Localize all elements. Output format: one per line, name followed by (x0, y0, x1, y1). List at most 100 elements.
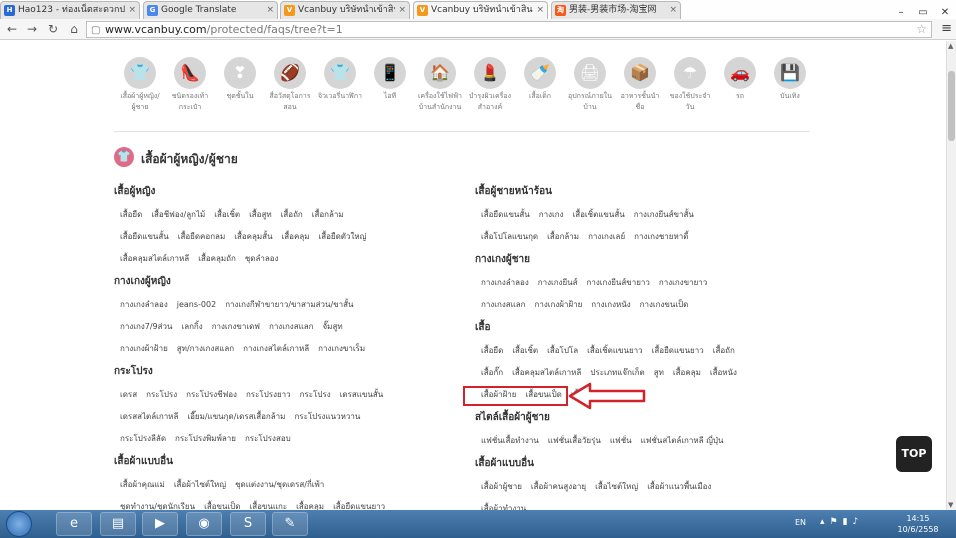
category-link[interactable]: เสื้อกล้าม (312, 206, 344, 224)
category-link[interactable]: แฟชั่นเสื้อวัยรุ่น (548, 432, 601, 450)
category-link[interactable]: เสื้อกล้าม (547, 228, 579, 246)
start-button[interactable] (6, 511, 32, 537)
system-tray-icons[interactable]: ▴⚑▮♪ (820, 517, 863, 527)
category-link[interactable]: เสื้อคลุมถัก (198, 250, 236, 268)
language-indicator[interactable]: EN (795, 518, 806, 527)
category-link[interactable]: เสื้อคลุม (673, 364, 701, 382)
category-underwear[interactable]: ❣ ชุดชั้นใน (218, 57, 262, 102)
category-link[interactable]: เสื้อเชิ้ต (512, 342, 538, 360)
category-link[interactable]: กระโปรงแนวหวาน (294, 408, 360, 426)
category-link[interactable]: กางเกงผ้าฝ้าย (120, 340, 168, 358)
category-shirt[interactable]: 👕 เสื้อผ้าผู้หญิง/ผู้ชาย (118, 57, 162, 113)
back-arrow-icon[interactable]: ← (4, 21, 20, 37)
category-link[interactable]: กางเกงลำลอง (481, 274, 529, 292)
category-link[interactable]: เดรสสไตล์เกาหลี (120, 408, 178, 426)
reload-icon[interactable]: ↻ (45, 21, 61, 37)
category-link[interactable]: เสื้อผ้าคนสูงอายุ (531, 478, 586, 496)
category-link[interactable]: เสื้อยืดคอกลม (178, 228, 225, 246)
category-link[interactable]: กางเกงเลย์ (588, 228, 625, 246)
category-link[interactable]: ประเภทแจ๊กเก็ต (590, 364, 644, 382)
group-title[interactable]: เสื้อผู้ชายหน้าร้อน (475, 185, 765, 199)
category-baby-bottle[interactable]: 🍼 เสื้อเด็ก (518, 57, 562, 102)
category-link[interactable]: เสื้อกั๊ก (481, 364, 503, 382)
category-link[interactable]: กระโปรง (146, 386, 177, 404)
category-link[interactable]: เสื้อยืดแขนสั้น (481, 206, 530, 224)
category-link[interactable]: กางเกงหนัง (591, 296, 630, 314)
category-link[interactable]: เดรส (120, 386, 137, 404)
chrome-menu-icon[interactable]: ≡ (941, 21, 952, 36)
skype-icon[interactable]: S (230, 512, 266, 536)
category-link[interactable]: เสื้อผ้าทำงาน (481, 500, 526, 510)
group-title[interactable]: สไตล์เสื้อผ้าผู้ชาย (475, 411, 765, 425)
close-icon[interactable]: × (128, 2, 136, 18)
category-link[interactable]: เสื้อยืดแขนสั้น (120, 228, 169, 246)
category-link[interactable]: เสื้อคลุมสไตล์เกาหลี (512, 364, 581, 382)
category-link[interactable]: กางเกงสไตล์เกาหลี (243, 340, 309, 358)
category-link[interactable]: เสื้อขนเป็ด (204, 498, 240, 510)
category-link[interactable]: เสื้อคลุม (296, 498, 324, 510)
category-link[interactable]: กางเกงยีนส์ (538, 274, 578, 292)
category-umbrella[interactable]: ☂ ของใช้ประจำวัน (668, 57, 712, 113)
category-car[interactable]: 🚗 รถ (718, 57, 762, 102)
category-link[interactable]: เสื้อโปโลแขนกุด (481, 228, 538, 246)
category-jewelry[interactable]: 👕 จิวเวอรี่นาฬิกา (318, 57, 362, 102)
category-link[interactable]: กางเกงสแลก (481, 296, 526, 314)
category-cosmetic[interactable]: 💄 บำรุงผิวเครื่องสำอางค์ (468, 57, 512, 113)
category-link[interactable]: กางเกงกีฬาขายาว/ขาสามส่วน/ขาสั้น (225, 296, 353, 314)
group-title[interactable]: เสื้อผู้หญิง (114, 185, 404, 199)
category-link[interactable]: จั๊มสูท (322, 318, 342, 336)
category-link[interactable]: กระโปรงพิมพ์ลาย (175, 430, 236, 448)
category-link[interactable]: เสื้อคลุมสไตล์เกาหลี (120, 250, 189, 268)
category-link[interactable]: กางเกงขนเป็ด (640, 296, 689, 314)
category-link[interactable]: เสื้อสูท (249, 206, 272, 224)
scroll-up-icon[interactable]: ▲ (948, 42, 953, 50)
category-link[interactable]: กระโปรงสอบ (245, 430, 291, 448)
media-player-icon[interactable]: ▶ (142, 512, 178, 536)
page-scrollbar[interactable]: ▲ ▼ (946, 41, 956, 510)
ie-icon[interactable]: e (56, 512, 92, 536)
category-link[interactable]: กางเกงชายหาดี้ (634, 228, 688, 246)
category-link[interactable]: เสื้อผ้าไซต์ใหญ่ (174, 476, 226, 494)
category-link[interactable]: แฟชั่น (610, 432, 632, 450)
category-link[interactable]: กางเกง (539, 206, 564, 224)
category-link[interactable]: เสื้อยืดแขนยาว (333, 498, 385, 510)
tab-taobao[interactable]: 淘 男装-男装市场-淘宝网 × (551, 1, 681, 19)
category-food-box[interactable]: 📦 อาหารชั้นนำชื่อ (618, 57, 662, 113)
category-link[interactable]: แฟชั่นเสื้อทำงาน (481, 432, 539, 450)
scroll-down-icon[interactable]: ▼ (948, 501, 953, 509)
category-link[interactable]: เสื้อโปโล (547, 342, 578, 360)
group-title[interactable]: กางเกงผู้หญิง (114, 275, 404, 289)
category-link[interactable]: เสื้อขนแกะ (249, 498, 287, 510)
tab-hao123[interactable]: H Hao123 - ท่องเน็ตสะดวกปลอดภัย × (0, 1, 140, 19)
folder-icon[interactable]: ▤ (100, 512, 136, 536)
group-title[interactable]: เสื้อผ้าแบบอื่น (475, 457, 765, 471)
scroll-thumb[interactable] (948, 71, 955, 141)
chrome-icon[interactable]: ◉ (186, 512, 222, 536)
category-link[interactable]: ชุดแต่งงาน/ชุดเดรส/กี่เพ้า (235, 476, 324, 494)
close-icon[interactable]: × (398, 2, 406, 18)
category-link[interactable]: กระโปรงยาว (246, 386, 291, 404)
bookmark-star-icon[interactable]: ☆ (916, 22, 927, 37)
category-link[interactable]: เสื้อยืด (481, 342, 503, 360)
group-title[interactable]: กระโปรง (114, 365, 404, 379)
category-link[interactable]: เลกกิ้ง (181, 318, 202, 336)
category-link[interactable]: เสื้อไซต์ใหญ่ (595, 478, 638, 496)
close-icon[interactable]: × (536, 2, 544, 18)
category-link[interactable]: เสื้อถัก (281, 206, 303, 224)
category-link[interactable]: เสื้อผ้าคุณแม่ (120, 476, 165, 494)
category-link[interactable]: กางเกงลำลอง (120, 296, 168, 314)
group-title[interactable]: กางเกงผู้ชาย (475, 253, 765, 267)
tab-vcanbuy[interactable]: V Vcanbuy บริษัทนำเข้าสินค้าจากจีน × (280, 1, 410, 19)
category-link[interactable]: กางเกงยีนส์ขาสั้น (634, 206, 694, 224)
category-link[interactable]: เสื้อคลุมสั้น (234, 228, 272, 246)
tab-google-translate[interactable]: G Google Translate × (143, 1, 278, 19)
category-phone[interactable]: 📱 ไอที (368, 57, 412, 102)
category-link[interactable]: กางเกงผ้าฝ้าย (535, 296, 583, 314)
category-ball[interactable]: 🏈 สื่อวัสดุโอการสอน (268, 57, 312, 113)
forward-arrow-icon[interactable]: → (24, 21, 40, 37)
category-link[interactable]: กระโปรง (300, 386, 331, 404)
category-link[interactable]: เสื้อเชิ้ตแขนสั้น (572, 206, 624, 224)
category-link[interactable]: เสื้อยืดแขนยาว (652, 342, 704, 360)
category-link[interactable]: กางเกงยีนส์ขายาว (587, 274, 650, 292)
category-link[interactable]: กางเกงสแลก (269, 318, 314, 336)
